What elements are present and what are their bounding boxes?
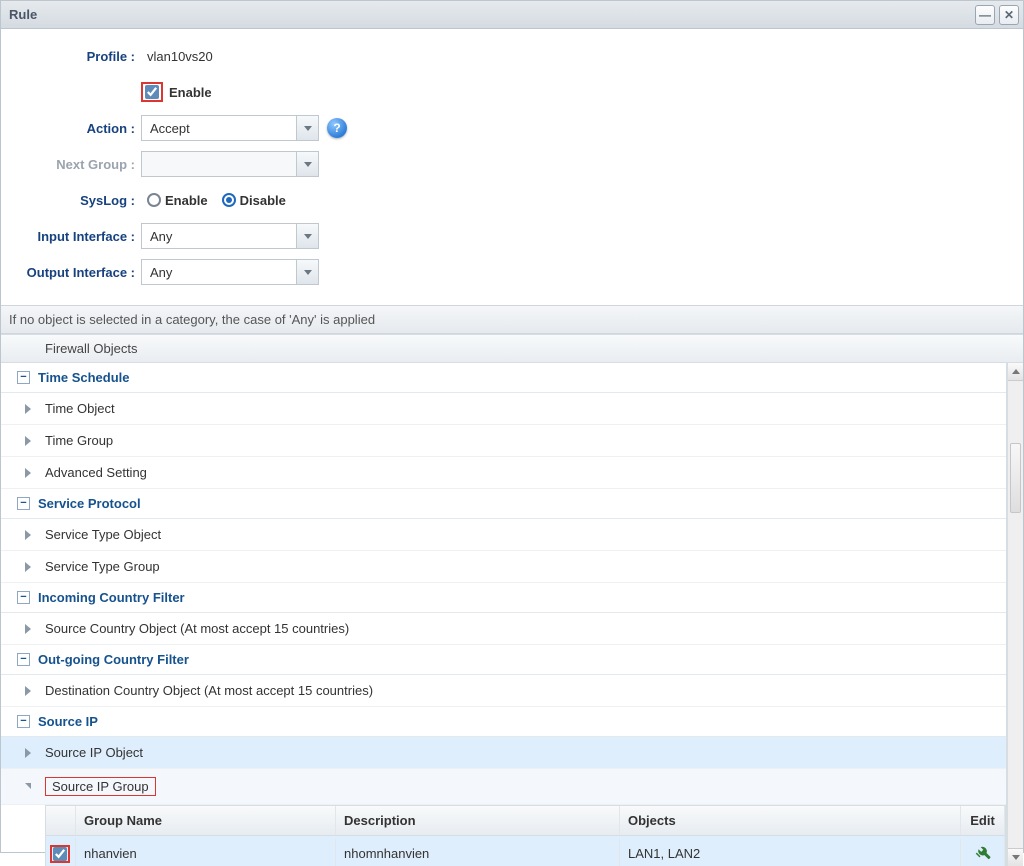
syslog-label: SysLog : [11, 193, 141, 208]
input-interface-select[interactable]: Any [141, 223, 319, 249]
expanded-icon [25, 783, 31, 789]
action-select[interactable]: Accept [141, 115, 319, 141]
vertical-scrollbar[interactable] [1007, 363, 1023, 866]
output-interface-label: Output Interface : [11, 265, 141, 280]
collapse-icon[interactable]: − [17, 497, 30, 510]
expand-icon [25, 624, 31, 634]
group-service-protocol[interactable]: − Service Protocol [1, 489, 1006, 519]
close-button[interactable]: ✕ [999, 5, 1019, 25]
syslog-disable-radio[interactable] [222, 193, 236, 207]
grid-header: Group Name Description Objects Edit [46, 805, 1005, 836]
expand-icon [25, 468, 31, 478]
expand-icon [25, 436, 31, 446]
group-time-schedule[interactable]: − Time Schedule [1, 363, 1006, 393]
col-objects[interactable]: Objects [620, 806, 961, 835]
expand-icon [25, 562, 31, 572]
item-destination-country-object[interactable]: Destination Country Object (At most acce… [1, 675, 1006, 707]
scroll-thumb[interactable] [1010, 443, 1021, 513]
expand-icon [25, 686, 31, 696]
group-incoming-filter[interactable]: − Incoming Country Filter [1, 583, 1006, 613]
tools-icon [974, 843, 992, 861]
expand-icon [25, 404, 31, 414]
collapse-icon[interactable]: − [17, 653, 30, 666]
item-source-country-object[interactable]: Source Country Object (At most accept 15… [1, 613, 1006, 645]
action-label: Action : [11, 121, 141, 136]
item-advanced-setting[interactable]: Advanced Setting [1, 457, 1006, 489]
group-outgoing-filter[interactable]: − Out-going Country Filter [1, 645, 1006, 675]
expand-icon [25, 748, 31, 758]
edit-button[interactable] [973, 843, 993, 861]
syslog-enable-radio[interactable] [147, 193, 161, 207]
col-group-name[interactable]: Group Name [76, 806, 336, 835]
firewall-objects-header: Firewall Objects [1, 334, 1023, 363]
item-source-ip-group[interactable]: Source IP Group [1, 769, 1006, 805]
titlebar: Rule — ✕ [1, 1, 1023, 29]
scroll-down-button[interactable] [1008, 848, 1023, 866]
next-group-select [141, 151, 319, 177]
form-area: Profile : vlan10vs20 Enable Action : Acc… [1, 29, 1023, 305]
row-check-highlight [50, 845, 70, 863]
row-checkbox[interactable] [53, 847, 67, 861]
chevron-down-icon [296, 152, 318, 176]
col-edit[interactable]: Edit [961, 806, 1005, 835]
collapse-icon[interactable]: − [17, 371, 30, 384]
item-source-ip-object[interactable]: Source IP Object [1, 737, 1006, 769]
scroll-up-button[interactable] [1008, 363, 1023, 381]
output-interface-select[interactable]: Any [141, 259, 319, 285]
syslog-enable-label: Enable [165, 193, 208, 208]
item-service-type-object[interactable]: Service Type Object [1, 519, 1006, 551]
profile-value: vlan10vs20 [141, 49, 213, 64]
info-bar: If no object is selected in a category, … [1, 305, 1023, 334]
next-group-label: Next Group : [11, 157, 141, 172]
window-title: Rule [9, 7, 37, 22]
item-time-object[interactable]: Time Object [1, 393, 1006, 425]
item-service-type-group[interactable]: Service Type Group [1, 551, 1006, 583]
col-description[interactable]: Description [336, 806, 620, 835]
chevron-down-icon [296, 260, 318, 284]
item-time-group[interactable]: Time Group [1, 425, 1006, 457]
profile-label: Profile : [11, 49, 141, 64]
minimize-button[interactable]: — [975, 5, 995, 25]
enable-label: Enable [169, 85, 212, 100]
input-interface-label: Input Interface : [11, 229, 141, 244]
source-ip-group-highlight: Source IP Group [45, 777, 156, 796]
table-row[interactable]: nhanvien nhomnhanvien LAN1, LAN2 [46, 836, 1005, 866]
source-ip-group-grid: Group Name Description Objects Edit nhan… [45, 805, 1006, 866]
objects-panel: − Time Schedule Time Object Time Group A… [1, 363, 1023, 866]
rule-dialog: Rule — ✕ Profile : vlan10vs20 Enable Act… [0, 0, 1024, 853]
enable-checkbox[interactable] [145, 85, 159, 99]
syslog-disable-label: Disable [240, 193, 286, 208]
chevron-down-icon [296, 116, 318, 140]
expand-icon [25, 530, 31, 540]
chevron-down-icon [296, 224, 318, 248]
collapse-icon[interactable]: − [17, 715, 30, 728]
collapse-icon[interactable]: − [17, 591, 30, 604]
help-icon[interactable]: ? [327, 118, 347, 138]
enable-highlight [141, 82, 163, 102]
group-source-ip[interactable]: − Source IP [1, 707, 1006, 737]
